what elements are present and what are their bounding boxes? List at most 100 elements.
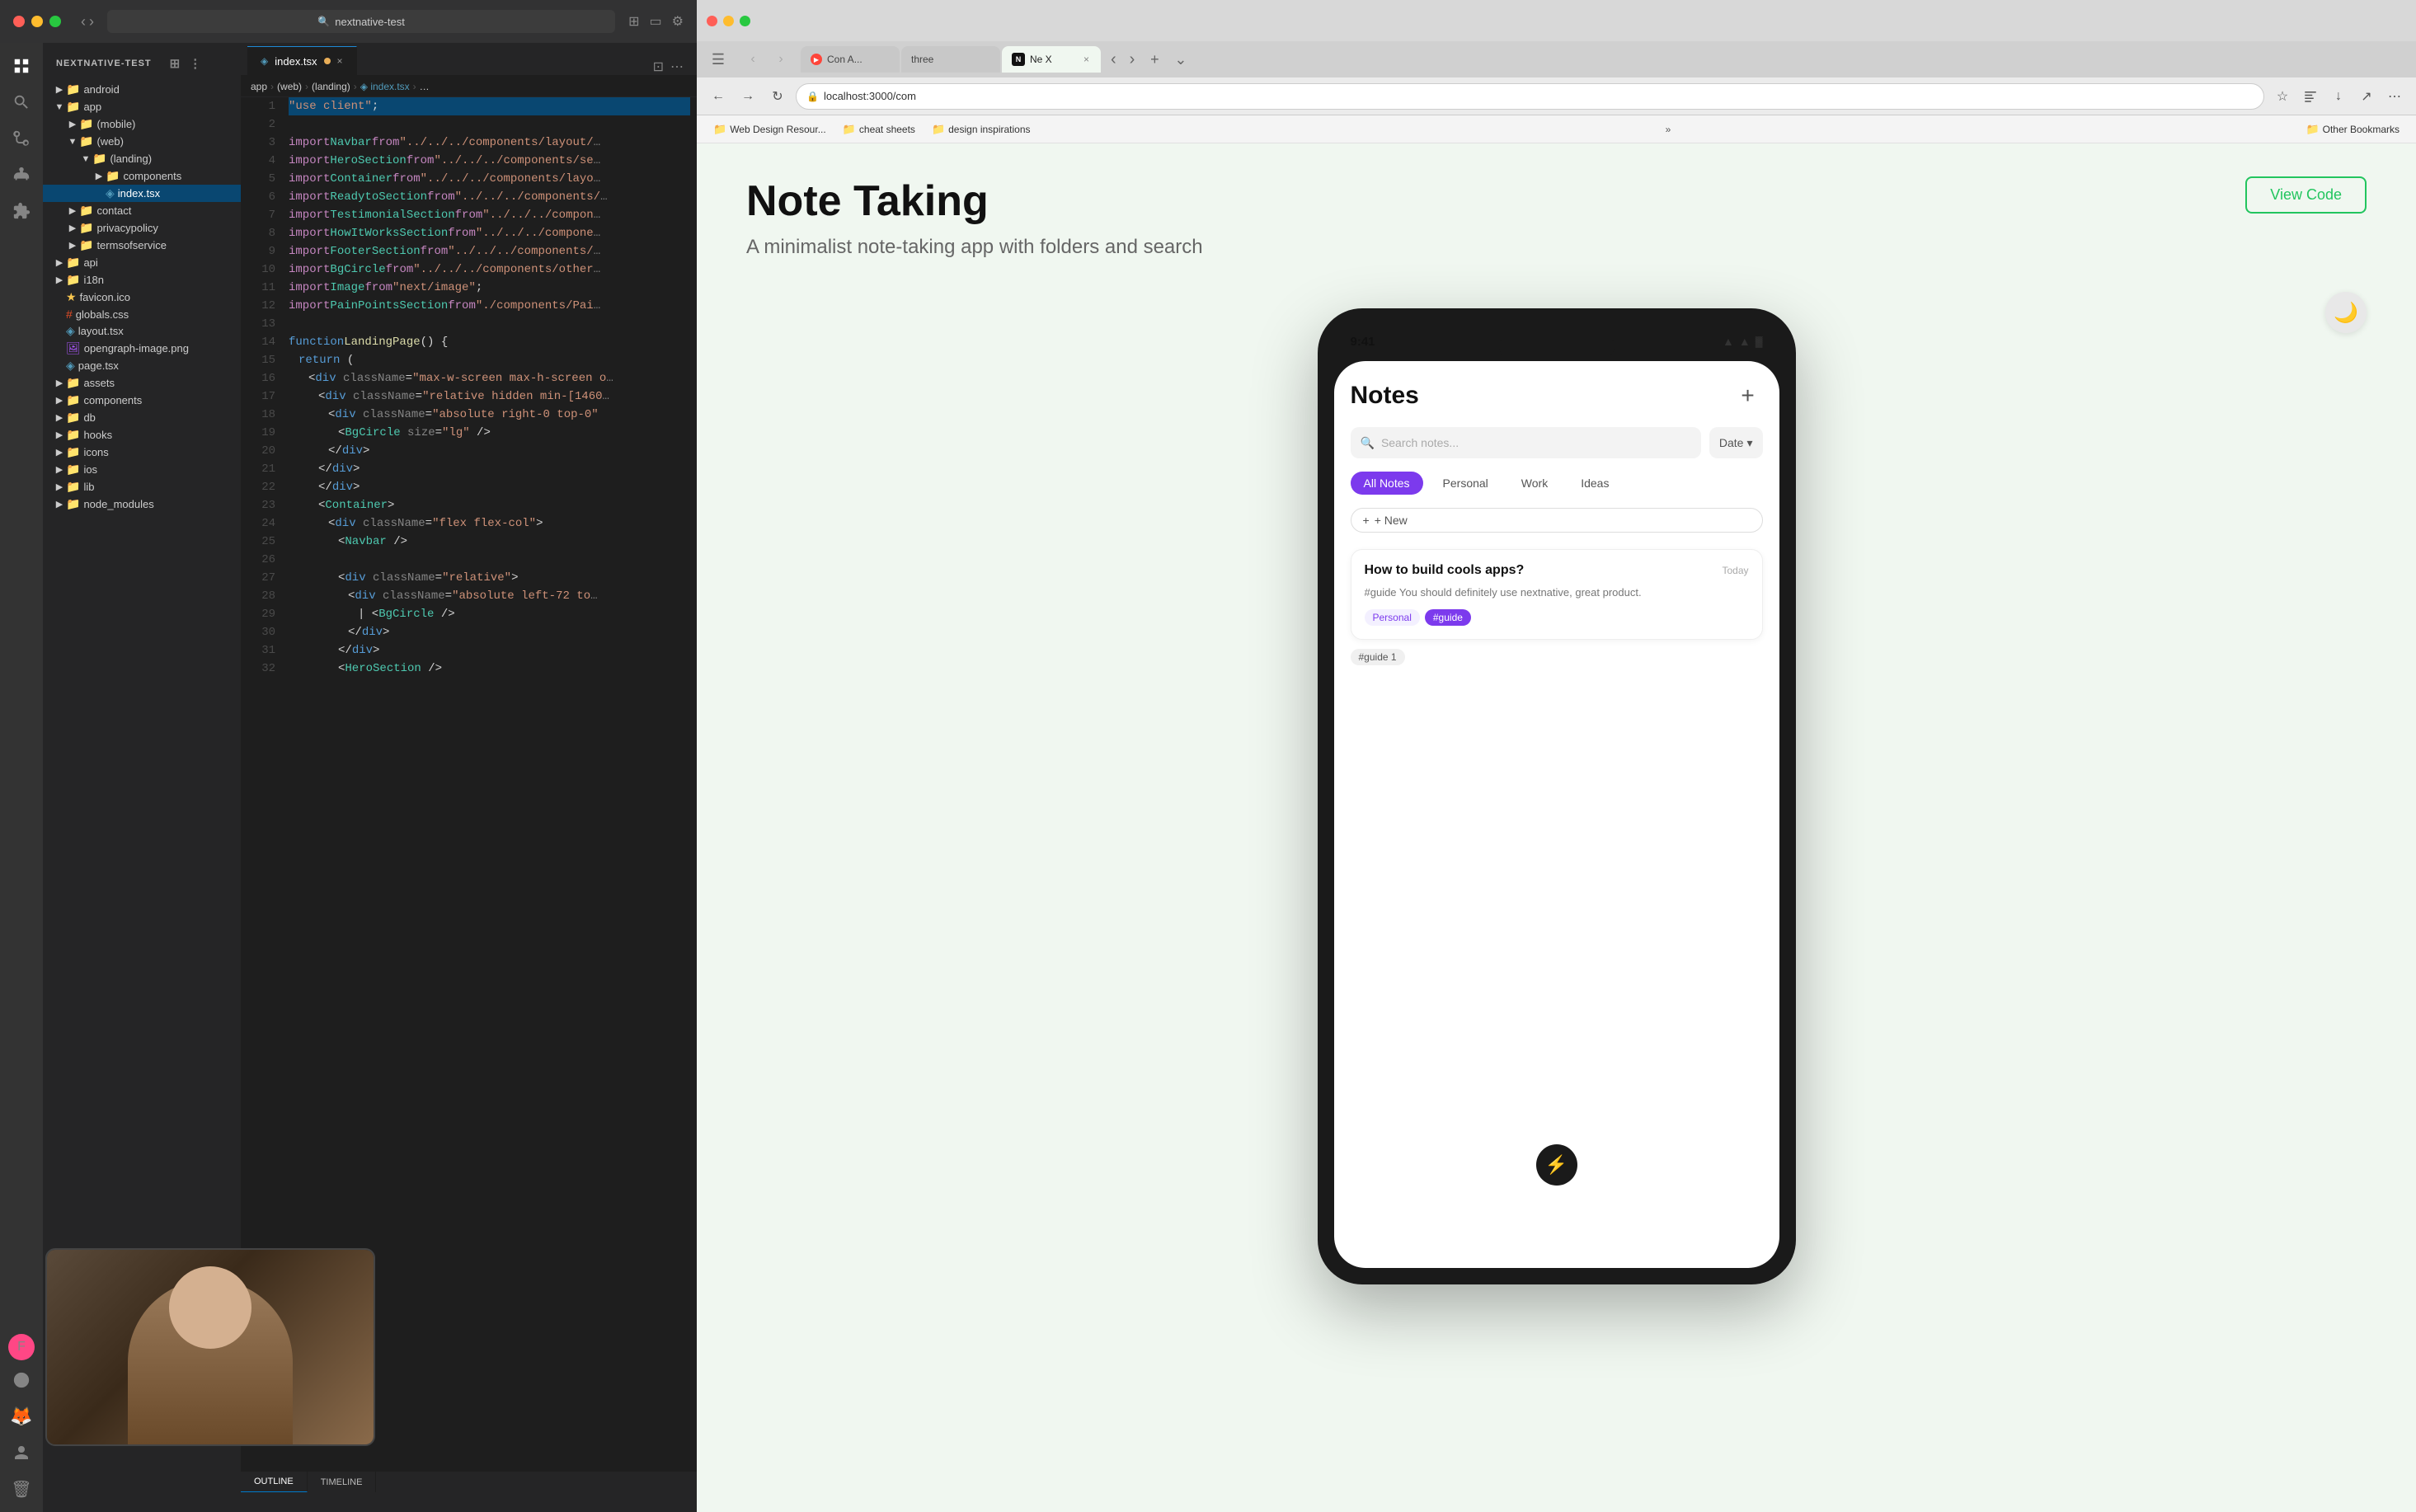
split-view-icon[interactable]: ⊡	[653, 59, 664, 75]
debug-icon[interactable]	[5, 158, 38, 191]
layout-icon[interactable]: ▭	[650, 13, 662, 30]
breadcrumb-web[interactable]: (web)	[277, 81, 302, 92]
sidebar-item-lib[interactable]: ▶ 📁 lib	[43, 478, 241, 495]
bookmark-design-inspirations[interactable]: 📁 design inspirations	[925, 120, 1037, 139]
sidebar-item-app[interactable]: ▼ 📁 app	[43, 98, 241, 115]
sidebar-toggle-icon[interactable]: ☰	[703, 46, 733, 73]
breadcrumb-more[interactable]: …	[420, 81, 430, 92]
tab-index-tsx[interactable]: ◈ index.tsx ×	[247, 46, 357, 75]
browser-forward-button[interactable]: →	[736, 85, 759, 108]
bookmark-web-design[interactable]: 📁 Web Design Resour...	[707, 120, 833, 139]
tab-timeline[interactable]: TIMELINE	[308, 1472, 377, 1492]
bookmark-cheat-sheets[interactable]: 📁 cheat sheets	[836, 120, 922, 139]
browser-titlebar	[697, 0, 2416, 41]
sidebar-item-contact[interactable]: ▶ 📁 contact	[43, 202, 241, 219]
sidebar-item-db[interactable]: ▶ 📁 db	[43, 409, 241, 426]
sidebar-item-node-modules[interactable]: ▶ 📁 node_modules	[43, 495, 241, 513]
download-icon[interactable]: ↓	[2327, 85, 2350, 108]
browser-forward-icon[interactable]: ›	[769, 48, 792, 71]
sidebar-item-web[interactable]: ▼ 📁 (web)	[43, 133, 241, 150]
search-box[interactable]: 🔍 Search notes...	[1351, 427, 1701, 458]
split-editor-icon[interactable]: ⊞	[628, 13, 639, 30]
filter-tab-work[interactable]: Work	[1508, 472, 1561, 495]
tab-outline[interactable]: OUTLINE	[241, 1472, 308, 1492]
bookmark-other[interactable]: 📁 Other Bookmarks	[2299, 120, 2406, 139]
search-icon[interactable]	[5, 86, 38, 119]
new-file-icon[interactable]: ⊞	[167, 54, 185, 73]
browser-minimize-button[interactable]	[723, 16, 734, 26]
breadcrumb-landing[interactable]: (landing)	[312, 81, 350, 92]
explorer-icon[interactable]	[5, 49, 38, 82]
bookmark-star-icon[interactable]: ☆	[2271, 85, 2294, 108]
sidebar-item-favicon[interactable]: ▶ ★ favicon.ico	[43, 289, 241, 306]
person-icon[interactable]	[5, 1436, 38, 1469]
more-menu-icon[interactable]: ⋯	[2383, 85, 2406, 108]
browser-tab-con[interactable]: ▶ Con A...	[801, 46, 900, 73]
firefox-icon[interactable]: 🦊	[5, 1400, 38, 1433]
filter-tab-personal[interactable]: Personal	[1430, 472, 1502, 495]
sort-dropdown[interactable]: Date ▾	[1709, 427, 1763, 458]
reader-view-icon[interactable]	[2299, 85, 2322, 108]
sidebar-item-ios[interactable]: ▶ 📁 ios	[43, 461, 241, 478]
sidebar-item-landing[interactable]: ▼ 📁 (landing)	[43, 150, 241, 167]
chevron-right-icon[interactable]: ›	[1125, 50, 1140, 69]
browser-back-button[interactable]: ←	[707, 85, 730, 108]
close-button[interactable]	[13, 16, 25, 27]
collapse-icon[interactable]: ⋮	[186, 54, 205, 73]
search-bar[interactable]: 🔍 nextnative-test	[107, 10, 615, 33]
sidebar-item-globals-css[interactable]: ▶ # globals.css	[43, 306, 241, 322]
tag-personal[interactable]: Personal	[1365, 609, 1420, 626]
filter-tab-ideas[interactable]: Ideas	[1568, 472, 1622, 495]
sidebar-item-privacy[interactable]: ▶ 📁 privacypolicy	[43, 219, 241, 237]
dark-mode-toggle[interactable]: 🌙	[2325, 292, 2367, 333]
note-card-0[interactable]: How to build cools apps? Today #guide Yo…	[1351, 549, 1763, 640]
tab-close-icon[interactable]: ×	[337, 55, 343, 67]
chevron-left-icon[interactable]: ‹	[1106, 50, 1121, 69]
browser-close-button[interactable]	[707, 16, 717, 26]
sidebar-item-api[interactable]: ▶ 📁 api	[43, 254, 241, 271]
sidebar-item-icons[interactable]: ▶ 📁 icons	[43, 444, 241, 461]
sidebar-item-components2[interactable]: ▶ 📁 components	[43, 392, 241, 409]
filter-tab-all-notes[interactable]: All Notes	[1351, 472, 1423, 495]
more-actions-icon[interactable]: ⋯	[670, 59, 684, 75]
sidebar-item-index-tsx[interactable]: ▶ ◈ index.tsx	[43, 185, 241, 202]
breadcrumb-file[interactable]: ◈ index.tsx	[360, 81, 410, 92]
forward-arrow[interactable]: ›	[89, 13, 94, 31]
browser-tab-three[interactable]: three	[901, 46, 1000, 73]
tab-close-button[interactable]: ×	[1082, 52, 1091, 67]
sidebar-item-assets[interactable]: ▶ 📁 assets	[43, 374, 241, 392]
minimize-button[interactable]	[31, 16, 43, 27]
settings-icon[interactable]: ⚙	[672, 13, 684, 30]
add-note-button[interactable]: +	[1733, 381, 1763, 411]
sidebar-item-i18n[interactable]: ▶ 📁 i18n	[43, 271, 241, 289]
browser-tab-active[interactable]: N Ne X ×	[1002, 46, 1101, 73]
new-tab-button[interactable]: +	[1143, 48, 1166, 71]
address-bar[interactable]: 🔒 localhost:3000/com	[796, 83, 2264, 110]
browser-maximize-button[interactable]	[740, 16, 750, 26]
bookmarks-more-button[interactable]: »	[1659, 121, 1678, 138]
tag-guide[interactable]: #guide	[1425, 609, 1471, 626]
tab-list-icon[interactable]: ⌄	[1169, 51, 1192, 68]
source-control-icon[interactable]	[5, 122, 38, 155]
browser-back-icon[interactable]: ‹	[741, 48, 764, 71]
git-icon[interactable]	[5, 1364, 38, 1397]
breadcrumb-app[interactable]: app	[251, 81, 267, 92]
sidebar-item-components[interactable]: ▶ 📁 components	[43, 167, 241, 185]
sidebar-item-tos[interactable]: ▶ 📁 termsofservice	[43, 237, 241, 254]
figma-icon[interactable]: F	[8, 1334, 35, 1360]
back-arrow[interactable]: ‹	[81, 13, 86, 31]
maximize-button[interactable]	[49, 16, 61, 27]
view-code-button[interactable]: View Code	[2245, 176, 2367, 214]
sidebar-item-mobile[interactable]: ▶ 📁 (mobile)	[43, 115, 241, 133]
lightning-button[interactable]: ⚡	[1536, 1144, 1577, 1186]
browser-refresh-button[interactable]: ↻	[766, 85, 789, 108]
trash-icon[interactable]: 🗑	[5, 1472, 38, 1505]
share-icon[interactable]: ↗	[2355, 85, 2378, 108]
sidebar-item-opengraph[interactable]: ▶ 🖼 opengraph-image.png	[43, 340, 241, 357]
sidebar-item-page[interactable]: ▶ ◈ page.tsx	[43, 357, 241, 374]
sidebar-item-hooks[interactable]: ▶ 📁 hooks	[43, 426, 241, 444]
new-note-button[interactable]: + + New	[1351, 508, 1763, 533]
extensions-icon[interactable]	[5, 195, 38, 228]
sidebar-item-layout[interactable]: ▶ ◈ layout.tsx	[43, 322, 241, 340]
sidebar-item-android[interactable]: ▶ 📁 android	[43, 81, 241, 98]
